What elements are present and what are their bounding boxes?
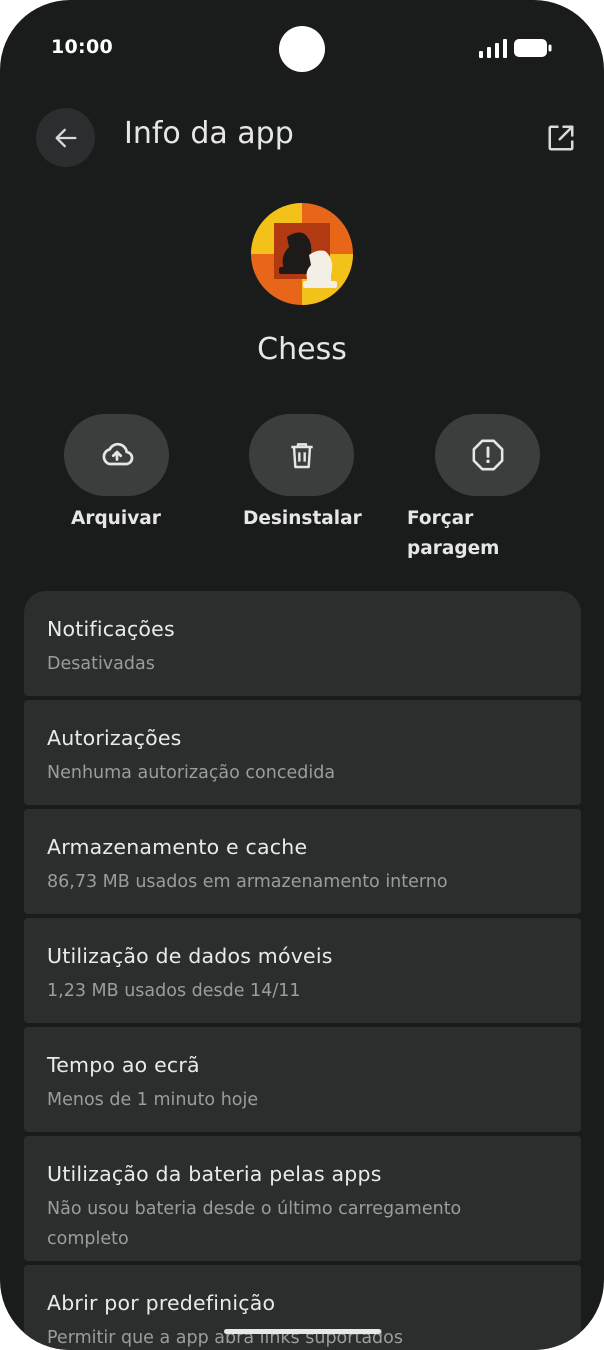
page-title: Info da app xyxy=(124,116,294,151)
settings-item-title: Autorizações xyxy=(47,726,182,750)
open-in-new-icon xyxy=(548,125,574,151)
settings-item-battery[interactable]: Utilização da bateria pelas apps Não uso… xyxy=(24,1136,581,1261)
settings-item-title: Notificações xyxy=(47,617,175,641)
uninstall-label: Desinstalar xyxy=(243,508,362,529)
app-name: Chess xyxy=(257,332,347,367)
force-stop-label-line2: paragem xyxy=(407,538,500,559)
alert-circle-icon xyxy=(472,439,503,471)
settings-item-subtitle: Permitir que a app abra links suportados xyxy=(47,1328,403,1348)
settings-item-storage[interactable]: Armazenamento e cache 86,73 MB usados em… xyxy=(24,809,581,914)
force-stop-label: Forçar paragem xyxy=(407,504,499,564)
arrow-left-icon xyxy=(55,128,77,147)
settings-item-title: Abrir por predefinição xyxy=(47,1291,276,1315)
app-icon xyxy=(251,203,353,305)
cloud-upload-icon xyxy=(102,442,133,466)
settings-item-subtitle: 1,23 MB usados desde 14/11 xyxy=(47,981,301,1001)
force-stop-label-line1: Forçar xyxy=(407,508,474,529)
front-camera xyxy=(279,26,325,72)
trash-icon xyxy=(290,443,313,469)
settings-item-subtitle: Menos de 1 minuto hoje xyxy=(47,1090,259,1110)
force-stop-button[interactable] xyxy=(435,414,540,496)
settings-item-subtitle: Desativadas xyxy=(47,654,155,674)
status-time: 10:00 xyxy=(51,36,113,58)
back-button[interactable] xyxy=(36,108,95,167)
status-bar: 10:00 xyxy=(0,0,604,96)
archive-label: Arquivar xyxy=(71,508,161,529)
signal-icon xyxy=(479,39,507,58)
settings-item-subtitle-line2: completo xyxy=(47,1229,129,1249)
uninstall-button[interactable] xyxy=(249,414,354,496)
home-indicator[interactable] xyxy=(224,1329,381,1334)
settings-item-title: Utilização da bateria pelas apps xyxy=(47,1162,382,1186)
chess-knight-icon xyxy=(251,203,353,305)
settings-item-permissions[interactable]: Autorizações Nenhuma autorização concedi… xyxy=(24,700,581,805)
settings-item-subtitle: Nenhuma autorização concedida xyxy=(47,763,336,783)
phone-screen: 10:00 Info da app Chess Arquivar Desinst… xyxy=(0,0,604,1350)
settings-item-title: Utilização de dados móveis xyxy=(47,944,333,968)
settings-item-subtitle: 86,73 MB usados em armazenamento interno xyxy=(47,872,448,892)
settings-item-subtitle-line1: Não usou bateria desde o último carregam… xyxy=(47,1199,462,1219)
open-app-button[interactable] xyxy=(541,118,581,158)
battery-icon xyxy=(514,39,552,57)
settings-item-screen-time[interactable]: Tempo ao ecrã Menos de 1 minuto hoje xyxy=(24,1027,581,1132)
settings-item-notifications[interactable]: Notificações Desativadas xyxy=(24,591,581,696)
settings-item-subtitle: Não usou bateria desde o último carregam… xyxy=(47,1194,558,1254)
settings-item-open-by-default[interactable]: Abrir por predefinição Permitir que a ap… xyxy=(24,1265,581,1350)
settings-item-mobile-data[interactable]: Utilização de dados móveis 1,23 MB usado… xyxy=(24,918,581,1023)
settings-item-title: Tempo ao ecrã xyxy=(47,1053,200,1077)
archive-button[interactable] xyxy=(64,414,169,496)
settings-item-title: Armazenamento e cache xyxy=(47,835,308,859)
